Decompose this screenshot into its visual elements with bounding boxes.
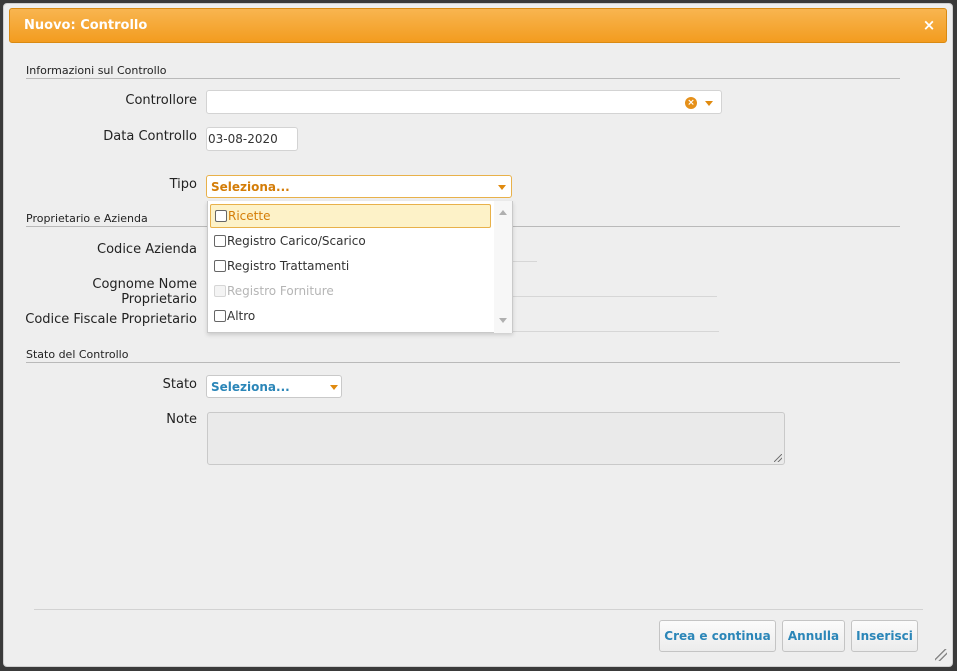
chevron-down-icon[interactable] [705,101,713,106]
tipo-option-registro-carico-scarico[interactable]: Registro Carico/Scarico [210,230,491,254]
dialog-titlebar[interactable]: Nuovo: Controllo × [9,8,947,43]
dialog-title: Nuovo: Controllo [24,18,148,33]
crea-e-continua-button[interactable]: Crea e continua [659,620,776,652]
note-label: Note [166,412,197,427]
checkbox-icon[interactable] [215,210,227,222]
scroll-down-icon[interactable] [499,318,507,323]
checkbox-icon [214,285,226,297]
tipo-dropdown-list[interactable]: Ricette Registro Carico/Scarico Registro… [207,201,513,333]
tipo-option-registro-trattamenti[interactable]: Registro Trattamenti [210,255,491,279]
footer-divider [34,609,923,610]
dropdown-scrollbar[interactable] [494,201,512,333]
section-title-info: Informazioni sul Controllo [26,64,167,77]
clear-icon[interactable]: × [685,97,697,109]
option-label: Altro [227,309,256,323]
stato-selected-value: Seleziona... [211,380,290,394]
dialog-window: Nuovo: Controllo × Informazioni sul Cont… [3,3,953,667]
codice-fiscale-field [511,331,719,332]
codice-fiscale-label: Codice Fiscale Proprietario [25,312,197,327]
inserisci-button[interactable]: Inserisci [851,620,918,652]
checkbox-icon[interactable] [214,260,226,272]
controllore-label: Controllore [125,93,197,108]
controllore-select[interactable]: × [206,90,722,114]
section-divider-info [26,78,900,79]
codice-azienda-label: Codice Azienda [97,242,197,257]
checkbox-icon[interactable] [214,235,226,247]
tipo-label: Tipo [169,177,197,192]
section-divider-status [26,362,900,363]
option-label: Registro Trattamenti [227,259,350,273]
stato-select[interactable]: Seleziona... [206,375,342,398]
tipo-selected-value: Seleziona... [211,180,290,194]
option-label: Registro Forniture [227,284,334,298]
note-textarea[interactable] [207,412,785,465]
cognome-nome-label: Cognome Nome Proprietario [92,277,197,307]
close-icon[interactable]: × [920,15,938,35]
checkbox-icon[interactable] [214,310,226,322]
section-title-status: Stato del Controllo [26,348,129,361]
annulla-button[interactable]: Annulla [782,620,845,652]
chevron-down-icon[interactable] [498,185,506,190]
option-label: Ricette [228,209,271,223]
chevron-down-icon[interactable] [330,385,338,390]
data-controllo-input[interactable]: 03-08-2020 [206,127,298,151]
cognome-nome-field [511,296,717,297]
option-label: Registro Carico/Scarico [227,234,366,248]
tipo-option-ricette[interactable]: Ricette [210,204,491,228]
tipo-select[interactable]: Seleziona... [206,175,512,198]
window-resize-icon[interactable] [935,649,947,661]
stato-label: Stato [162,377,197,392]
data-controllo-label: Data Controllo [103,129,197,144]
section-title-owner: Proprietario e Azienda [26,212,148,225]
resize-grip-icon[interactable] [774,454,782,462]
scroll-up-icon[interactable] [499,210,507,215]
tipo-option-registro-forniture: Registro Forniture [210,280,491,304]
tipo-option-altro[interactable]: Altro [210,305,491,329]
codice-azienda-field [511,261,537,262]
